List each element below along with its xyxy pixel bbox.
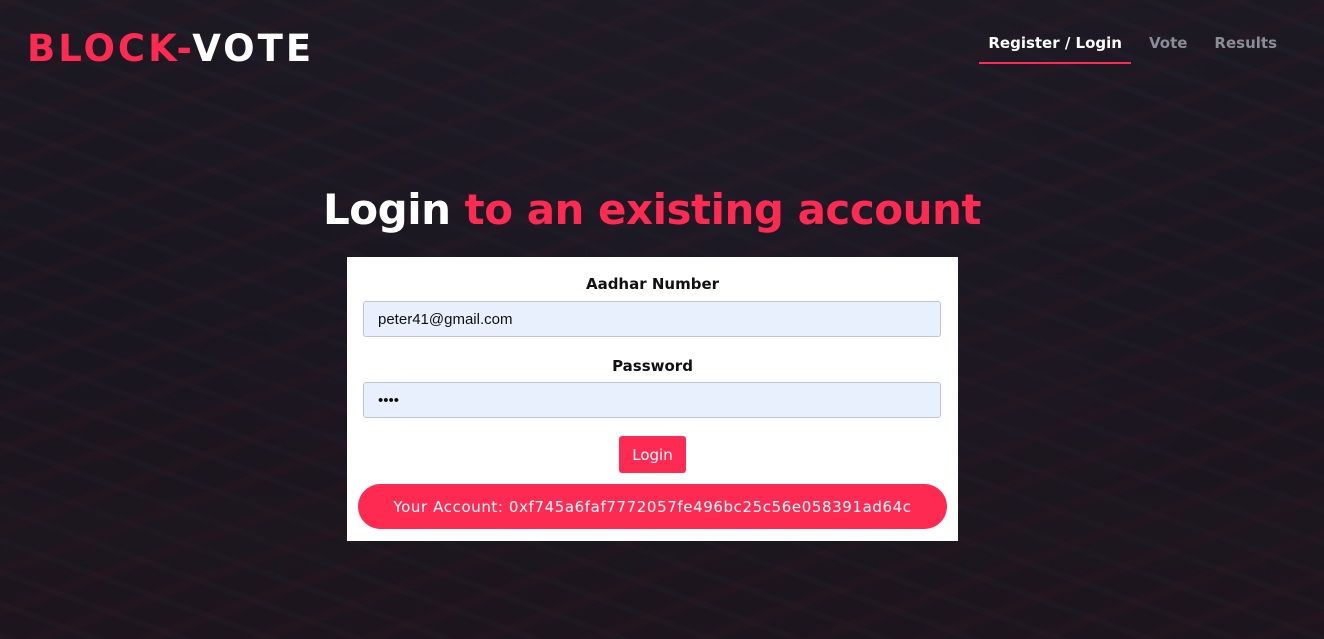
logo-accent-text: BLOCK- xyxy=(27,27,193,70)
title-white-text: Login xyxy=(323,185,451,234)
nav-item-results[interactable]: Results xyxy=(1205,28,1286,62)
login-button[interactable]: Login xyxy=(619,436,686,473)
aadhar-input[interactable] xyxy=(363,301,941,337)
password-label: Password xyxy=(612,357,693,375)
login-card: Aadhar Number Password Login Your Accoun… xyxy=(347,257,958,541)
logo-main-text: VOTE xyxy=(192,27,315,70)
page: BLOCK-VOTE Register / Login Vote Results… xyxy=(0,0,1324,639)
title-accent-text: to an existing account xyxy=(464,185,982,234)
account-address-badge: Your Account: 0xf745a6faf7772057fe496bc2… xyxy=(358,484,947,529)
nav-item-register-login[interactable]: Register / Login xyxy=(979,28,1131,64)
logo[interactable]: BLOCK-VOTE xyxy=(27,27,314,71)
aadhar-label: Aadhar Number xyxy=(585,275,720,293)
page-title: Login to an existing account xyxy=(0,183,1304,237)
nav-item-vote[interactable]: Vote xyxy=(1140,28,1196,62)
password-input[interactable] xyxy=(363,382,941,418)
main-nav: Register / Login Vote Results xyxy=(970,28,1286,64)
